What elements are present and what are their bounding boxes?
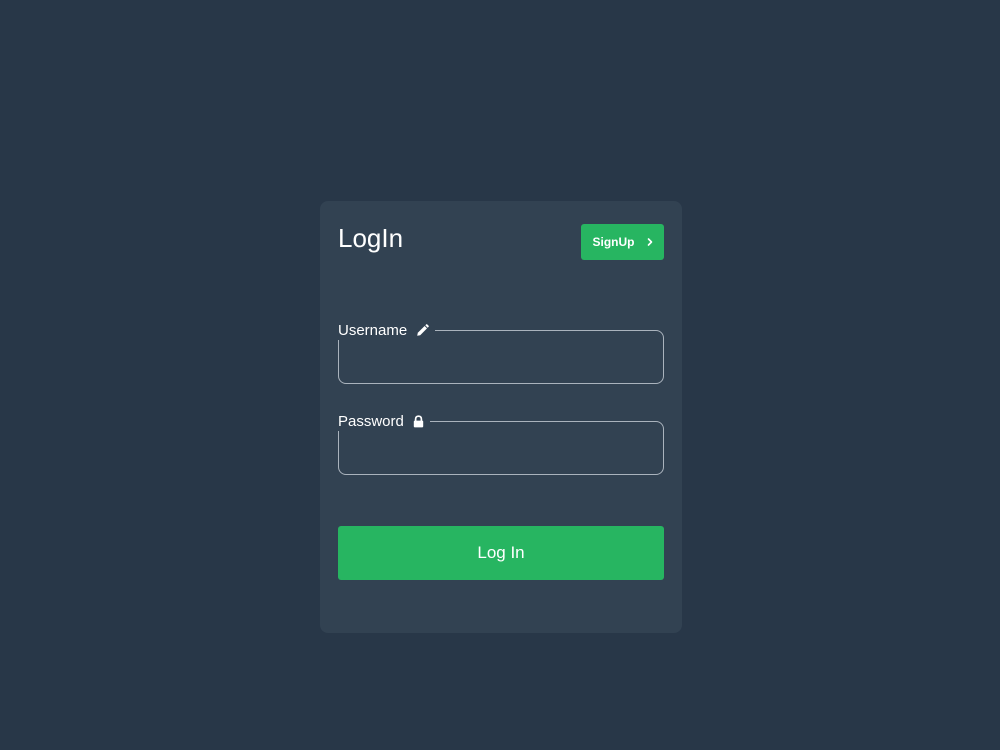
password-label: Password bbox=[337, 411, 430, 431]
login-card: LogIn SignUp Username Password Log In bbox=[320, 201, 682, 633]
login-button[interactable]: Log In bbox=[338, 526, 664, 580]
chevron-right-icon bbox=[647, 238, 652, 246]
username-label-text: Username bbox=[338, 321, 408, 339]
page-title: LogIn bbox=[338, 223, 404, 253]
username-label: Username bbox=[337, 320, 436, 340]
signup-button[interactable]: SignUp bbox=[581, 224, 664, 260]
pencil-icon bbox=[417, 323, 430, 336]
username-field: Username bbox=[337, 320, 664, 384]
password-field: Password bbox=[337, 411, 664, 475]
signup-button-label: SignUp bbox=[592, 235, 635, 249]
lock-icon bbox=[413, 414, 424, 427]
password-label-text: Password bbox=[338, 412, 404, 430]
